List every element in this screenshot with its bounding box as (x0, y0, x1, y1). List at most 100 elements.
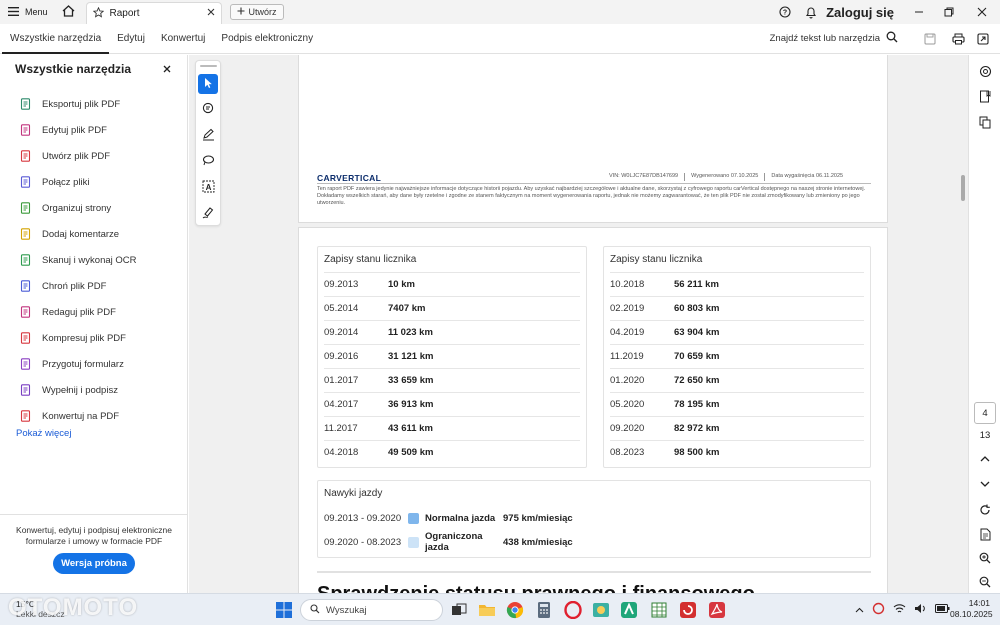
chevron-up-icon[interactable] (855, 605, 864, 616)
acrobat-icon[interactable] (708, 601, 726, 619)
page-view-icon[interactable] (977, 526, 993, 542)
odometer-date: 04.2017 (324, 399, 359, 410)
battery-icon[interactable] (935, 604, 950, 616)
create-button[interactable]: Utwórz (229, 4, 284, 20)
sync-icon[interactable] (872, 602, 885, 618)
windows-start-icon[interactable] (276, 602, 292, 618)
tool-item[interactable]: Organizuj strony (20, 195, 180, 221)
refresh-icon[interactable] (977, 502, 993, 518)
tool-item-label: Chroń plik PDF (42, 280, 107, 292)
share-icon[interactable] (972, 32, 994, 45)
odometer-date: 09.2014 (324, 327, 359, 338)
photos-app-icon[interactable] (592, 601, 610, 619)
tool-item[interactable]: Edytuj plik PDF (20, 117, 180, 143)
text-box-button[interactable]: A (198, 178, 218, 198)
show-more-link[interactable]: Pokaż więcej (16, 428, 71, 439)
tool-item[interactable]: Połącz pliki (20, 169, 180, 195)
odometer-row: 09.2020 82 972 km (610, 416, 864, 440)
menu-button[interactable]: Menu (0, 0, 56, 24)
restore-icon[interactable] (934, 7, 964, 17)
close-panel-icon[interactable] (163, 64, 171, 76)
tab-all-tools[interactable]: Wszystkie narzędzia (2, 24, 110, 54)
drag-handle[interactable] (200, 65, 217, 67)
document-viewer[interactable]: CARVERTICAL VIN: W0LJC7E87DB147699 Wygen… (189, 55, 968, 593)
free-trial-button[interactable]: Wersja próbna (53, 553, 135, 574)
help-icon[interactable]: ? (772, 6, 798, 18)
ai-assistant-icon[interactable] (977, 63, 993, 79)
wifi-icon[interactable] (893, 603, 906, 617)
habit-period: 09.2013 - 09.2020 (324, 512, 402, 524)
tab-e-signature[interactable]: Podpis elektroniczny (213, 24, 321, 54)
tool-item[interactable]: Utwórz plik PDF (20, 143, 180, 169)
svg-text:A: A (205, 183, 211, 192)
tool-item[interactable]: Kompresuj plik PDF (20, 325, 180, 351)
bookmark-panel-icon[interactable] (977, 88, 993, 104)
find-tools-button[interactable]: Znajdź tekst lub narzędzia (770, 31, 916, 46)
minimize-icon[interactable] (904, 7, 934, 17)
tool-item-label: Kompresuj plik PDF (42, 332, 126, 344)
tool-item[interactable]: Dodaj komentarze (20, 221, 180, 247)
green-app-icon[interactable] (620, 601, 638, 619)
tool-item[interactable]: Chroń plik PDF (20, 273, 180, 299)
clock[interactable]: 14:01 08.10.2025 (950, 598, 993, 620)
add-comment-button[interactable] (198, 100, 218, 120)
tool-item[interactable]: Konwertuj na PDF (20, 403, 180, 429)
expiry-label: Data wygaśnięcia (771, 173, 815, 179)
zoom-out-icon[interactable] (977, 574, 993, 590)
spreadsheet-app-icon[interactable] (650, 601, 668, 619)
zoom-in-icon[interactable] (977, 550, 993, 566)
current-page-input[interactable]: 4 (974, 402, 996, 424)
legend-swatch (408, 536, 419, 548)
tool-item[interactable]: Przygotuj formularz (20, 351, 180, 377)
tool-item[interactable]: Skanuj i wykonaj OCR (20, 247, 180, 273)
odometer-date: 10.2018 (610, 279, 645, 290)
tool-item[interactable]: Eksportuj plik PDF (20, 91, 180, 117)
chevron-up-icon[interactable] (977, 451, 993, 467)
legend-swatch (408, 512, 419, 524)
odometer-row: 05.2014 7407 km (324, 296, 580, 320)
vin-label: VIN: (609, 173, 620, 179)
tool-item-label: Wypełnij i podpisz (42, 384, 118, 396)
opera-icon[interactable] (564, 600, 582, 620)
copy-pages-icon[interactable] (977, 114, 993, 130)
driving-habit-row: 09.2020 - 08.2023 Ograniczona jazda 438 km… (324, 530, 864, 554)
select-tool-button[interactable] (198, 74, 218, 94)
odometer-row: 09.2013 10 km (324, 272, 580, 296)
taskbar-search[interactable]: Wyszukaj (300, 599, 443, 621)
tool-item[interactable]: Wypełnij i podpisz (20, 377, 180, 403)
odometer-value: 82 972 km (674, 423, 720, 434)
chevron-down-icon[interactable] (977, 476, 993, 492)
cursor-icon (202, 77, 214, 92)
odometer-row: 10.2018 56 211 km (610, 272, 864, 296)
tool-item-label: Dodaj komentarze (42, 228, 120, 240)
notification-bell-icon[interactable] (798, 6, 824, 19)
save-icon[interactable] (916, 33, 944, 45)
tool-item[interactable]: Redaguj plik PDF (20, 299, 180, 325)
right-rail: 4 13 (968, 55, 1000, 593)
task-view-icon[interactable] (450, 601, 468, 619)
draw-button[interactable] (198, 152, 218, 172)
login-button[interactable]: Zaloguj się (824, 5, 904, 20)
card-title: Zapisy stanu licznika (324, 254, 417, 265)
tab-convert[interactable]: Konwertuj (153, 24, 213, 54)
home-button[interactable] (56, 0, 82, 24)
red-app-icon[interactable] (679, 601, 697, 619)
scrollbar-thumb[interactable] (961, 175, 965, 201)
close-tab-icon[interactable] (207, 8, 215, 19)
system-tray (855, 602, 950, 618)
tab-edit[interactable]: Edytuj (109, 24, 153, 54)
file-explorer-icon[interactable] (478, 601, 496, 619)
chrome-icon[interactable] (506, 601, 524, 619)
highlight-button[interactable] (198, 126, 218, 146)
volume-icon[interactable] (914, 603, 927, 617)
edit-pdf-icon (20, 124, 32, 136)
sign-button[interactable] (198, 204, 218, 224)
calculator-icon[interactable] (535, 601, 553, 619)
pdf-page-3: CARVERTICAL VIN: W0LJC7E87DB147699 Wygen… (298, 55, 888, 223)
document-tab[interactable]: Raport (85, 2, 222, 24)
star-icon[interactable] (92, 6, 104, 21)
fill-sign-icon (20, 384, 32, 396)
print-icon[interactable] (944, 33, 972, 45)
tool-item-label: Utwórz plik PDF (42, 150, 111, 162)
close-window-icon[interactable] (964, 7, 1000, 17)
